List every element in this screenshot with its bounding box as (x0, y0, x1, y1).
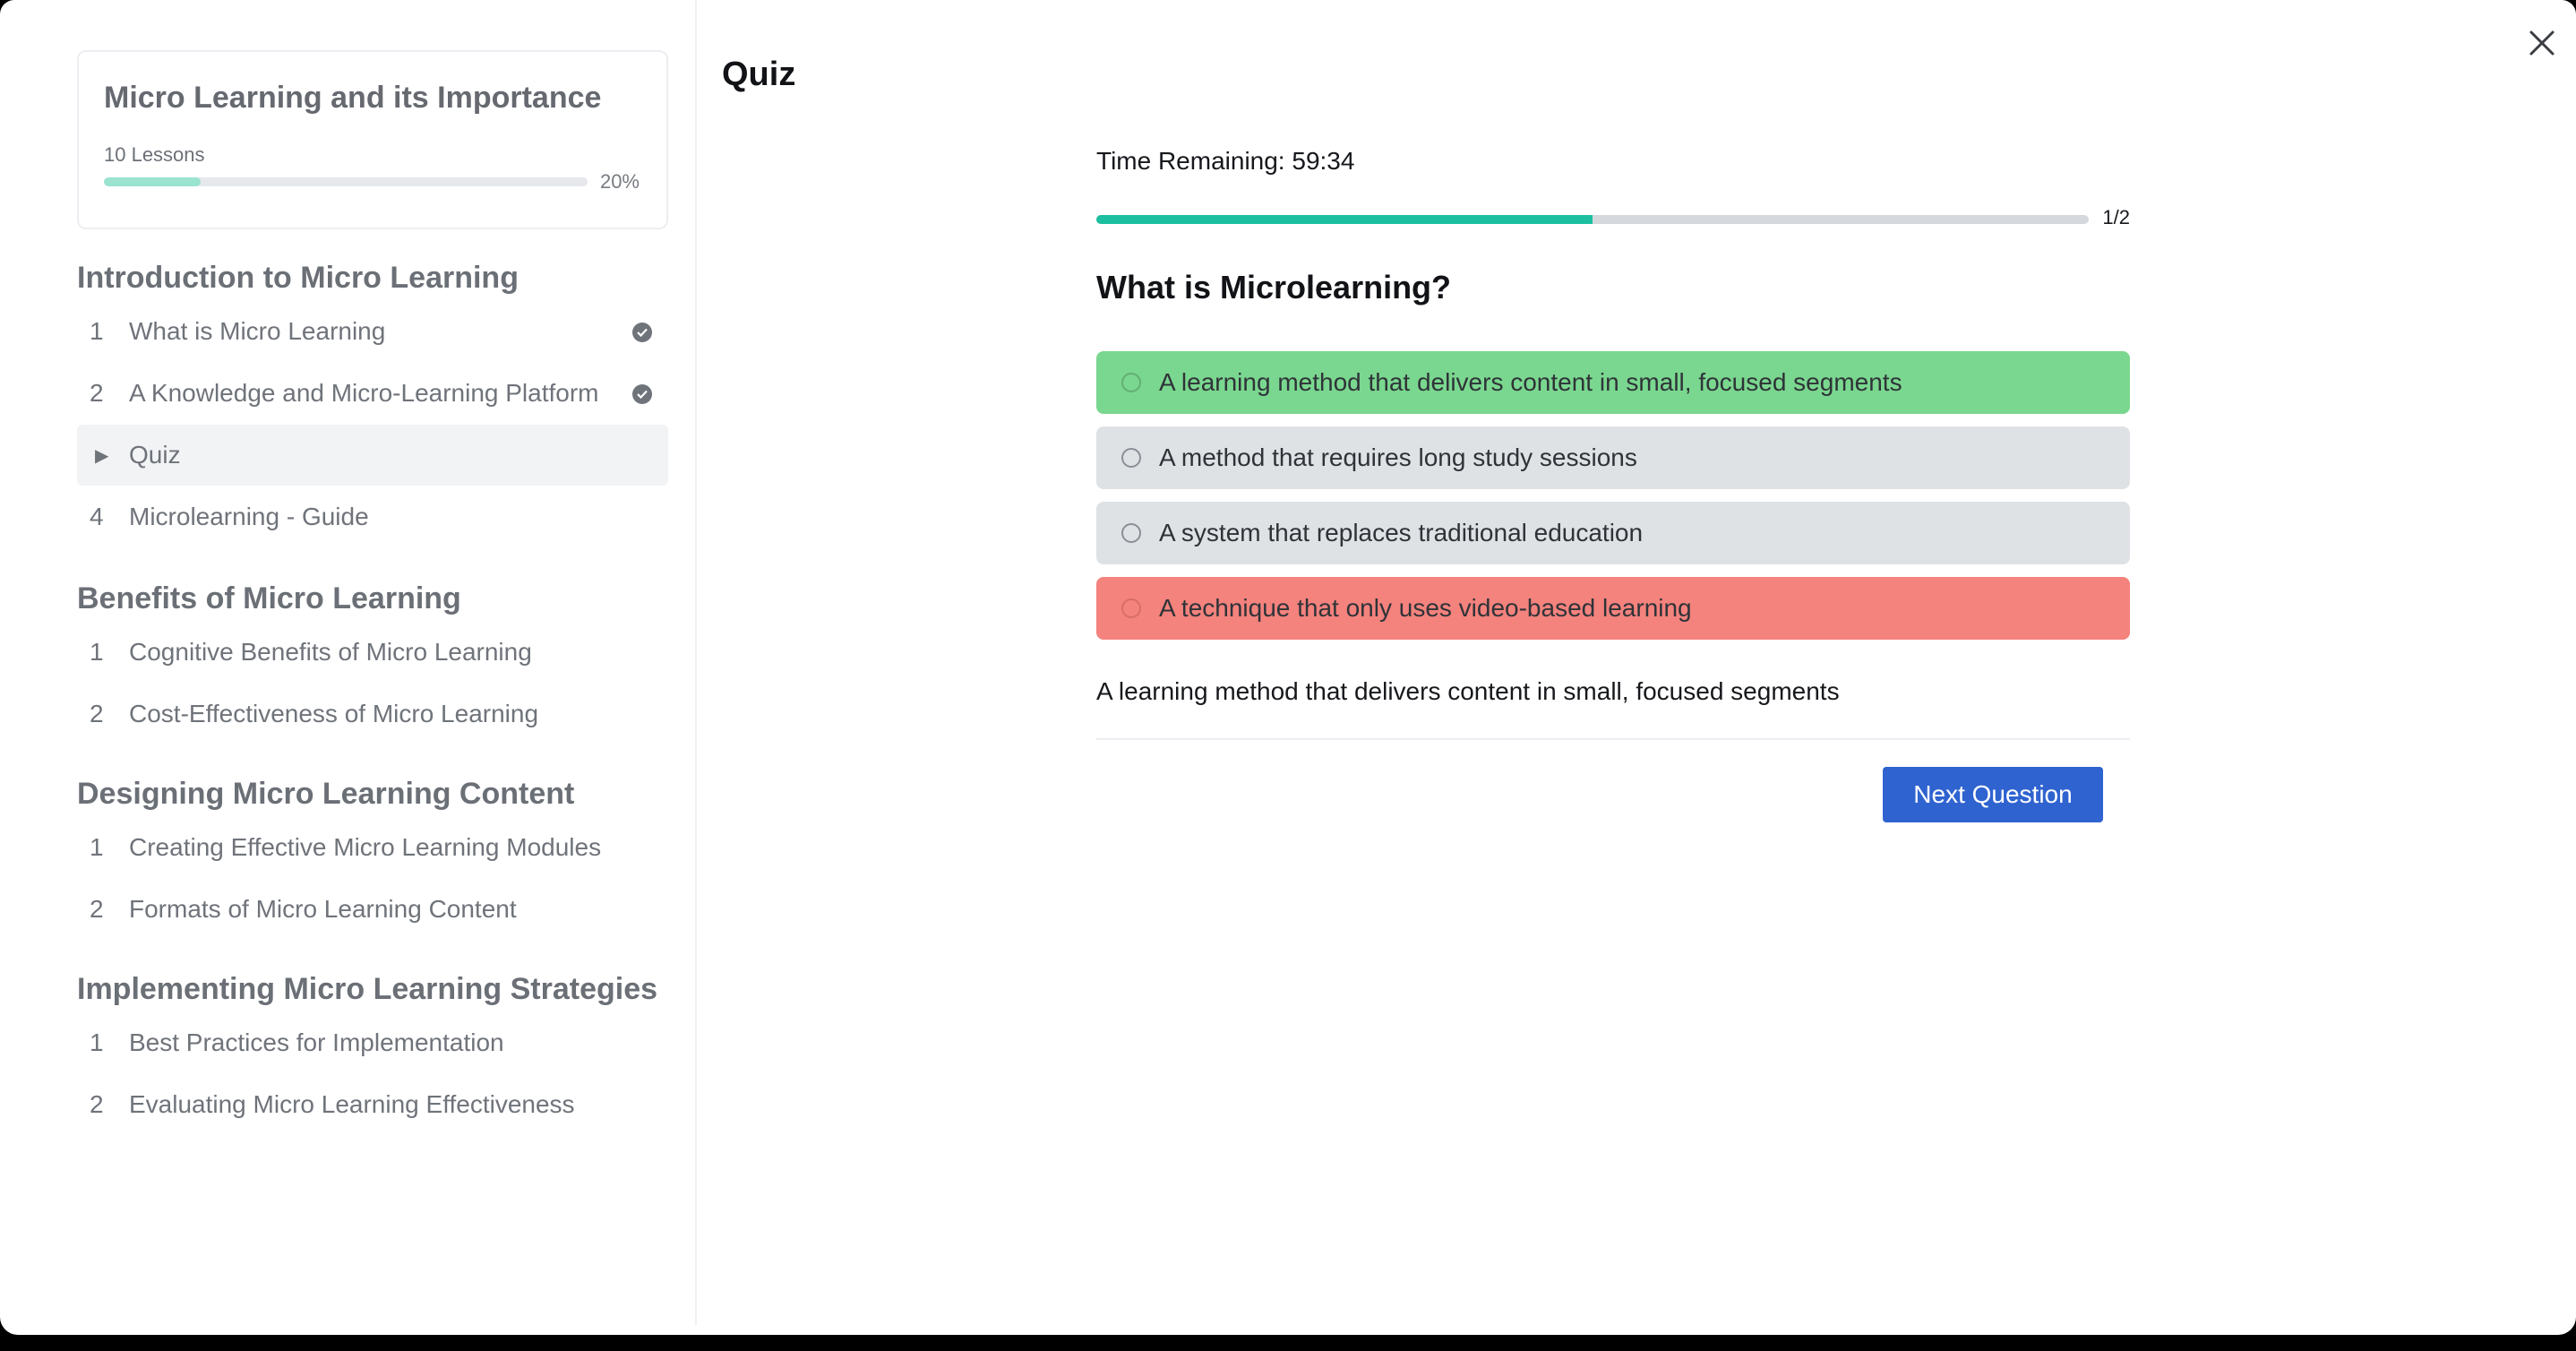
question-counter: 1/2 (2102, 206, 2130, 228)
answer-option-wrong[interactable]: A technique that only uses video-based l… (1096, 577, 2130, 640)
section-title: Designing Micro Learning Content (77, 777, 575, 811)
lesson-number: 2 (90, 895, 104, 923)
answer-options: A learning method that delivers content … (1096, 351, 2130, 652)
section-introduction: Introduction to Micro Learning 1 What is… (77, 254, 668, 548)
lesson-number: 1 (90, 833, 104, 861)
course-sidebar: Micro Learning and its Importance 10 Les… (0, 0, 697, 1326)
lesson-label: Best Practices for Implementation (129, 1028, 504, 1056)
quiz-progress-bar (1096, 215, 2089, 224)
course-title: Micro Learning and its Importance (104, 81, 602, 115)
radio-icon (1121, 448, 1141, 468)
check-circle-icon (632, 384, 652, 404)
lesson-item[interactable]: 1 Creating Effective Micro Learning Modu… (77, 817, 668, 878)
answer-option-correct[interactable]: A learning method that delivers content … (1096, 351, 2130, 414)
lesson-label: Formats of Micro Learning Content (129, 895, 517, 923)
radio-icon (1121, 598, 1141, 618)
lesson-item[interactable]: 1 What is Micro Learning (77, 301, 668, 362)
option-text: A method that requires long study sessio… (1159, 443, 1637, 471)
lesson-item[interactable]: 1 Best Practices for Implementation (77, 1012, 668, 1073)
option-text: A learning method that delivers content … (1159, 368, 1902, 396)
time-remaining: Time Remaining: 59:34 (1096, 147, 1355, 175)
course-progress-bar (104, 177, 588, 186)
question-text: What is Microlearning? (1096, 269, 1452, 305)
lesson-label: A Knowledge and Micro-Learning Platform (129, 379, 599, 407)
lesson-label: Evaluating Micro Learning Effectiveness (129, 1090, 575, 1118)
lesson-number: 1 (90, 317, 104, 345)
lesson-label: Microlearning - Guide (129, 503, 369, 530)
quiz-progress-fill (1096, 215, 1593, 224)
lesson-item[interactable]: 2 Formats of Micro Learning Content (77, 879, 668, 940)
option-text: A technique that only uses video-based l… (1159, 594, 1692, 622)
quiz-panel: Time Remaining: 59:34 1/2 What is Microl… (1096, 143, 2130, 822)
section-designing: Designing Micro Learning Content 1 Creat… (77, 770, 668, 941)
lesson-number: 4 (90, 503, 104, 530)
section-title: Introduction to Micro Learning (77, 261, 519, 295)
course-progress-fill (104, 177, 201, 186)
lesson-number: 2 (90, 1090, 104, 1118)
lesson-item-active[interactable]: ▶ Quiz (77, 425, 668, 486)
lesson-label: Cost-Effectiveness of Micro Learning (129, 700, 539, 727)
play-triangle-icon: ▶ (95, 445, 109, 466)
answer-option[interactable]: A method that requires long study sessio… (1096, 426, 2130, 489)
lesson-label: Creating Effective Micro Learning Module… (129, 833, 602, 861)
radio-icon (1121, 373, 1141, 392)
lesson-number: 1 (90, 1028, 104, 1056)
radio-icon (1121, 523, 1141, 543)
next-question-button[interactable]: Next Question (1883, 767, 2103, 822)
course-progress-label: 20% (599, 170, 640, 193)
close-button[interactable] (2524, 25, 2560, 61)
section-title: Implementing Micro Learning Strategies (77, 972, 658, 1006)
divider (1096, 738, 2130, 740)
lesson-item[interactable]: 2 Evaluating Micro Learning Effectivenes… (77, 1074, 668, 1135)
lesson-number: 2 (90, 700, 104, 727)
lesson-item[interactable]: 2 Cost-Effectiveness of Micro Learning (77, 684, 668, 744)
course-summary-card: Micro Learning and its Importance 10 Les… (77, 50, 668, 229)
lesson-item[interactable]: 2 A Knowledge and Micro-Learning Platfor… (77, 363, 668, 424)
lesson-item[interactable]: 4 Microlearning - Guide (77, 486, 668, 547)
lesson-label: Quiz (129, 441, 181, 469)
lesson-item[interactable]: 1 Cognitive Benefits of Micro Learning (77, 622, 668, 683)
section-title: Benefits of Micro Learning (77, 581, 461, 615)
correct-answer-text: A learning method that delivers content … (1096, 677, 1840, 705)
answer-option[interactable]: A system that replaces traditional educa… (1096, 502, 2130, 564)
lesson-label: Cognitive Benefits of Micro Learning (129, 638, 532, 666)
lesson-number: 2 (90, 379, 104, 407)
course-player-modal: Micro Learning and its Importance 10 Les… (0, 0, 2576, 1335)
page-title: Quiz (722, 56, 796, 93)
section-implementing: Implementing Micro Learning Strategies 1… (77, 966, 668, 1136)
check-circle-icon (632, 323, 652, 342)
close-icon (2529, 30, 2555, 56)
section-benefits: Benefits of Micro Learning 1 Cognitive B… (77, 575, 668, 745)
lessons-count: 10 Lessons (104, 143, 205, 166)
lesson-number: 1 (90, 638, 104, 666)
lesson-label: What is Micro Learning (129, 317, 386, 345)
option-text: A system that replaces traditional educa… (1159, 519, 1644, 546)
